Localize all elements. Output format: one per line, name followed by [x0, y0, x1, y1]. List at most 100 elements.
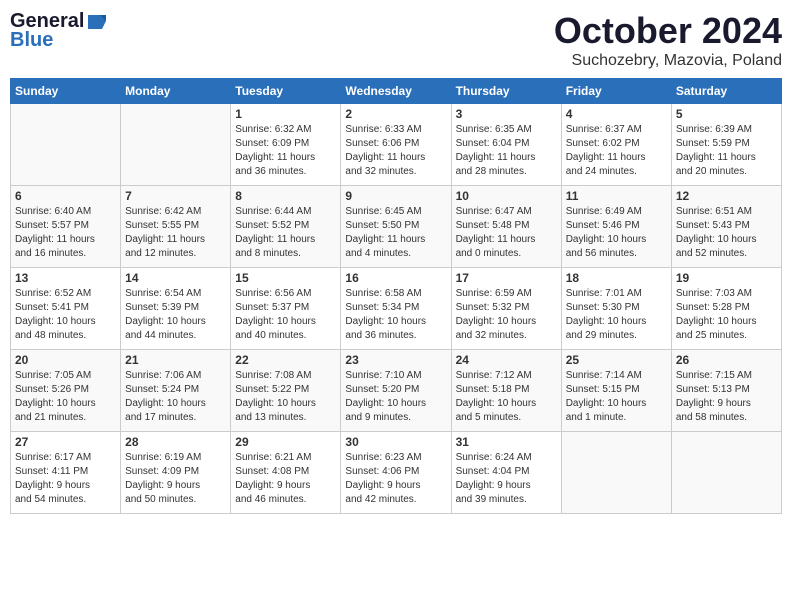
calendar-week-row: 20 Sunrise: 7:05 AM Sunset: 5:26 PM Dayli…: [11, 350, 782, 432]
calendar-cell: 20 Sunrise: 7:05 AM Sunset: 5:26 PM Dayli…: [11, 350, 121, 432]
weekday-header: Monday: [121, 79, 231, 104]
day-info: Sunrise: 7:05 AM Sunset: 5:26 PM Dayligh…: [15, 369, 116, 425]
day-info: Sunrise: 6:39 AM Sunset: 5:59 PM Dayligh…: [676, 123, 777, 179]
calendar-week-row: 13 Sunrise: 6:52 AM Sunset: 5:41 PM Dayli…: [11, 268, 782, 350]
day-info: Sunrise: 6:51 AM Sunset: 5:43 PM Dayligh…: [676, 205, 777, 261]
day-info: Sunrise: 6:33 AM Sunset: 6:06 PM Dayligh…: [345, 123, 446, 179]
calendar-cell: 19Sunrise: 7:03 AM Sunset: 5:28 PM Dayli…: [671, 268, 781, 350]
calendar-cell: 4 Sunrise: 6:37 AM Sunset: 6:02 PM Daylig…: [561, 104, 671, 186]
calendar-cell: 7Sunrise: 6:42 AM Sunset: 5:55 PM Daylig…: [121, 186, 231, 268]
logo: General Blue: [10, 10, 108, 52]
day-info: Sunrise: 7:06 AM Sunset: 5:24 PM Dayligh…: [125, 369, 226, 425]
logo-blue: Blue: [10, 29, 53, 52]
weekday-header: Sunday: [11, 79, 121, 104]
day-number: 17: [456, 271, 557, 285]
calendar-week-row: 27 Sunrise: 6:17 AM Sunset: 4:11 PM Dayli…: [11, 432, 782, 514]
day-info: Sunrise: 7:15 AM Sunset: 5:13 PM Dayligh…: [676, 369, 777, 425]
calendar-cell: 24 Sunrise: 7:12 AM Sunset: 5:18 PM Dayli…: [451, 350, 561, 432]
day-number: 4: [566, 107, 667, 121]
day-info: Sunrise: 6:59 AM Sunset: 5:32 PM Dayligh…: [456, 287, 557, 343]
calendar-cell: [671, 432, 781, 514]
day-number: 25: [566, 353, 667, 367]
calendar-cell: 1Sunrise: 6:32 AM Sunset: 6:09 PM Daylig…: [231, 104, 341, 186]
day-info: Sunrise: 7:10 AM Sunset: 5:20 PM Dayligh…: [345, 369, 446, 425]
calendar-cell: 6Sunrise: 6:40 AM Sunset: 5:57 PM Daylig…: [11, 186, 121, 268]
weekday-header: Thursday: [451, 79, 561, 104]
calendar-cell: 11Sunrise: 6:49 AM Sunset: 5:46 PM Dayli…: [561, 186, 671, 268]
day-info: Sunrise: 7:08 AM Sunset: 5:22 PM Dayligh…: [235, 369, 336, 425]
calendar-cell: 21Sunrise: 7:06 AM Sunset: 5:24 PM Dayli…: [121, 350, 231, 432]
weekday-header: Wednesday: [341, 79, 451, 104]
day-number: 28: [125, 435, 226, 449]
calendar-cell: [121, 104, 231, 186]
calendar-week-row: 1Sunrise: 6:32 AM Sunset: 6:09 PM Daylig…: [11, 104, 782, 186]
calendar-cell: 15 Sunrise: 6:56 AM Sunset: 5:37 PM Dayli…: [231, 268, 341, 350]
calendar-cell: 12 Sunrise: 6:51 AM Sunset: 5:43 PM Dayli…: [671, 186, 781, 268]
calendar-cell: 13 Sunrise: 6:52 AM Sunset: 5:41 PM Dayli…: [11, 268, 121, 350]
day-number: 11: [566, 189, 667, 203]
day-number: 8: [235, 189, 336, 203]
day-number: 19: [676, 271, 777, 285]
logo-icon: [86, 13, 108, 31]
day-number: 15: [235, 271, 336, 285]
day-info: Sunrise: 6:23 AM Sunset: 4:06 PM Dayligh…: [345, 451, 446, 507]
day-number: 12: [676, 189, 777, 203]
day-number: 20: [15, 353, 116, 367]
calendar-cell: 14Sunrise: 6:54 AM Sunset: 5:39 PM Dayli…: [121, 268, 231, 350]
calendar-cell: 3 Sunrise: 6:35 AM Sunset: 6:04 PM Daylig…: [451, 104, 561, 186]
day-number: 29: [235, 435, 336, 449]
day-number: 23: [345, 353, 446, 367]
day-info: Sunrise: 7:01 AM Sunset: 5:30 PM Dayligh…: [566, 287, 667, 343]
title-area: October 2024 Suchozebry, Mazovia, Poland: [554, 10, 782, 70]
day-info: Sunrise: 6:17 AM Sunset: 4:11 PM Dayligh…: [15, 451, 116, 507]
calendar-cell: 30 Sunrise: 6:23 AM Sunset: 4:06 PM Dayli…: [341, 432, 451, 514]
day-number: 9: [345, 189, 446, 203]
day-number: 6: [15, 189, 116, 203]
day-info: Sunrise: 6:37 AM Sunset: 6:02 PM Dayligh…: [566, 123, 667, 179]
day-info: Sunrise: 6:24 AM Sunset: 4:04 PM Dayligh…: [456, 451, 557, 507]
day-number: 1: [235, 107, 336, 121]
calendar-cell: 9Sunrise: 6:45 AM Sunset: 5:50 PM Daylig…: [341, 186, 451, 268]
day-info: Sunrise: 6:52 AM Sunset: 5:41 PM Dayligh…: [15, 287, 116, 343]
calendar-cell: [11, 104, 121, 186]
day-number: 24: [456, 353, 557, 367]
calendar-cell: [561, 432, 671, 514]
day-number: 13: [15, 271, 116, 285]
day-number: 18: [566, 271, 667, 285]
calendar-cell: 8Sunrise: 6:44 AM Sunset: 5:52 PM Daylig…: [231, 186, 341, 268]
day-info: Sunrise: 6:54 AM Sunset: 5:39 PM Dayligh…: [125, 287, 226, 343]
day-number: 5: [676, 107, 777, 121]
day-info: Sunrise: 6:19 AM Sunset: 4:09 PM Dayligh…: [125, 451, 226, 507]
calendar-cell: 29Sunrise: 6:21 AM Sunset: 4:08 PM Dayli…: [231, 432, 341, 514]
calendar-cell: 18 Sunrise: 7:01 AM Sunset: 5:30 PM Dayli…: [561, 268, 671, 350]
calendar-cell: 2 Sunrise: 6:33 AM Sunset: 6:06 PM Daylig…: [341, 104, 451, 186]
day-info: Sunrise: 6:56 AM Sunset: 5:37 PM Dayligh…: [235, 287, 336, 343]
weekday-header: Saturday: [671, 79, 781, 104]
day-info: Sunrise: 6:58 AM Sunset: 5:34 PM Dayligh…: [345, 287, 446, 343]
calendar-cell: 22 Sunrise: 7:08 AM Sunset: 5:22 PM Dayli…: [231, 350, 341, 432]
day-number: 7: [125, 189, 226, 203]
weekday-header: Friday: [561, 79, 671, 104]
day-number: 26: [676, 353, 777, 367]
calendar-cell: 10 Sunrise: 6:47 AM Sunset: 5:48 PM Dayli…: [451, 186, 561, 268]
day-number: 10: [456, 189, 557, 203]
weekday-header-row: SundayMondayTuesdayWednesdayThursdayFrid…: [11, 79, 782, 104]
day-number: 22: [235, 353, 336, 367]
day-number: 27: [15, 435, 116, 449]
day-info: Sunrise: 7:12 AM Sunset: 5:18 PM Dayligh…: [456, 369, 557, 425]
month-title: October 2024: [554, 10, 782, 52]
day-number: 16: [345, 271, 446, 285]
day-info: Sunrise: 6:35 AM Sunset: 6:04 PM Dayligh…: [456, 123, 557, 179]
calendar-cell: 5 Sunrise: 6:39 AM Sunset: 5:59 PM Daylig…: [671, 104, 781, 186]
calendar-cell: 23 Sunrise: 7:10 AM Sunset: 5:20 PM Dayli…: [341, 350, 451, 432]
calendar-cell: 16 Sunrise: 6:58 AM Sunset: 5:34 PM Dayli…: [341, 268, 451, 350]
calendar-cell: 26 Sunrise: 7:15 AM Sunset: 5:13 PM Dayli…: [671, 350, 781, 432]
location-title: Suchozebry, Mazovia, Poland: [554, 52, 782, 70]
page-header: General Blue October 2024 Suchozebry, Ma…: [10, 10, 782, 70]
day-number: 3: [456, 107, 557, 121]
day-info: Sunrise: 6:47 AM Sunset: 5:48 PM Dayligh…: [456, 205, 557, 261]
calendar-cell: 28 Sunrise: 6:19 AM Sunset: 4:09 PM Dayli…: [121, 432, 231, 514]
day-info: Sunrise: 7:14 AM Sunset: 5:15 PM Dayligh…: [566, 369, 667, 425]
day-number: 30: [345, 435, 446, 449]
day-number: 2: [345, 107, 446, 121]
